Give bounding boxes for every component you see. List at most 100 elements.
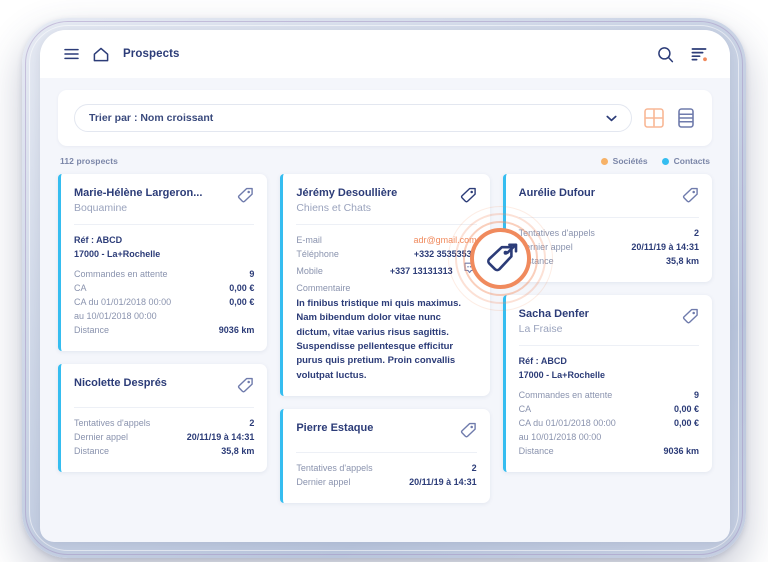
prospect-name: Sacha Denfer xyxy=(518,307,589,320)
detail-value: 2 xyxy=(693,228,699,238)
detail-row: Dernier appel 20/11/19 à 14:31 xyxy=(74,431,254,445)
legend-dot-orange xyxy=(600,157,608,165)
detail-key: Téléphone xyxy=(296,249,339,260)
detail-key: Commandes en attente xyxy=(518,390,613,401)
list-view-icon[interactable] xyxy=(676,108,696,128)
detail-key: Distance xyxy=(74,325,110,336)
detail-key: CA xyxy=(74,283,87,294)
prospect-card[interactable]: Nicolette Després Tentatives d'appels 2 xyxy=(58,364,268,472)
detail-value: 9036 km xyxy=(218,325,255,336)
prospect-ref: Réf : ABCD xyxy=(74,235,123,246)
tag-icon[interactable] xyxy=(682,308,699,329)
detail-value: 20/11/19 à 14:31 xyxy=(631,241,699,252)
filter-sort-icon[interactable] xyxy=(691,46,708,63)
detail-value: 35,8 km xyxy=(665,255,699,266)
divider xyxy=(74,224,255,226)
prospect-card[interactable]: Marie-Hélène Largeron... Boquamine Réf:… xyxy=(58,174,268,352)
sort-select[interactable]: Trier par : Nom croissant xyxy=(74,104,632,132)
detail-key: Tentatives d'appels xyxy=(518,228,595,238)
detail-row: Commandes en attente 9 xyxy=(519,389,699,403)
detail-key: E-mail xyxy=(296,235,322,246)
divider xyxy=(296,224,477,226)
detail-key: Distance xyxy=(518,255,554,266)
legend-label: Contacts xyxy=(673,156,710,166)
detail-key: Dernier appel xyxy=(296,477,351,488)
hamburger-menu-icon[interactable] xyxy=(64,48,79,60)
prospect-cards-grid: Marie-Hélène Largeron... Boquamine Réf:… xyxy=(40,174,730,504)
comment-bubble-icon[interactable] xyxy=(464,262,477,279)
detail-row: Distance 35,8 km xyxy=(519,255,699,269)
prospect-card[interactable]: Sacha Denfer La Fraise Réf : ABCD 17000 … xyxy=(502,294,712,472)
prospect-card[interactable]: Pierre Estaque Tentatives d'appels 2 Der… xyxy=(280,409,490,504)
tag-icon[interactable] xyxy=(237,377,254,398)
detail-row: Dernier appel 20/11/19 à 14:31 xyxy=(296,476,476,490)
detail-row: Commandes en attente 9 xyxy=(74,268,254,282)
detail-value-phone: +332 35353535 xyxy=(413,249,477,260)
detail-row: Tentatives d'appels 2 xyxy=(296,462,476,476)
prospect-city: 17000 - La+Rochelle xyxy=(518,369,605,380)
prospect-card[interactable]: Aurélie Dufour Tentatives d'appels 2 Der… xyxy=(502,174,712,282)
tag-icon[interactable] xyxy=(237,187,254,208)
prospect-ref: Réf : ABCD xyxy=(518,356,567,367)
sort-and-view-panel: Trier par : Nom croissant xyxy=(58,90,712,146)
home-icon[interactable] xyxy=(93,47,109,62)
prospect-name: Nicolette Després xyxy=(74,377,167,390)
detail-value: 0,00 € xyxy=(229,283,255,294)
detail-value: 9 xyxy=(693,390,699,401)
tag-icon[interactable] xyxy=(682,187,699,208)
tag-icon[interactable] xyxy=(460,187,477,208)
stats-row: 112 prospects Sociétés Contacts xyxy=(40,146,730,174)
cards-column-1: Marie-Hélène Largeron... Boquamine Réf:… xyxy=(58,174,268,472)
prospect-company: Boquamine xyxy=(74,201,128,214)
detail-row: CA du 01/01/2018 00:00 0,00 € xyxy=(74,296,254,310)
divider xyxy=(518,345,699,347)
search-icon[interactable] xyxy=(657,46,674,63)
app-header: Prospects xyxy=(40,30,730,78)
sort-select-value: Trier par : Nom croissant xyxy=(89,112,214,124)
detail-row: Distance 35,8 km xyxy=(74,445,254,459)
detail-key: Tentatives d'appels xyxy=(74,418,151,429)
detail-row-continuation: au 10/01/2018 00:00 xyxy=(74,311,157,322)
detail-row-mobile: Mobile +337 13131313 xyxy=(296,262,477,279)
reference-block: Réf : ABCD 17000 - La+Rochelle xyxy=(519,355,699,382)
detail-value: 0,00 € xyxy=(229,297,255,308)
detail-value: 2 xyxy=(471,463,477,474)
detail-key: Distance xyxy=(518,446,554,457)
tag-icon[interactable] xyxy=(460,422,477,443)
detail-value: 9 xyxy=(249,269,255,280)
divider xyxy=(74,407,255,409)
tablet-screen: Prospects Trier par: Nom croissant 112 … xyxy=(40,30,730,542)
legend-label: Sociétés xyxy=(612,156,648,166)
detail-value-mobile: +337 13131313 xyxy=(389,266,453,277)
detail-row-continuation: au 10/01/2018 00:00 xyxy=(518,432,602,443)
legend-dot-blue xyxy=(661,157,669,165)
detail-row: Dernier appel 20/11/19 à 14:31 xyxy=(519,241,699,255)
prospect-name: Jérémy Desoullière xyxy=(296,187,398,199)
detail-key: Dernier appel xyxy=(518,241,573,252)
prospect-city: 17000 - La+Rochelle xyxy=(74,248,161,259)
comment-text: In finibus tristique mi quis maximus. Na… xyxy=(296,297,462,381)
detail-row: CA 0,00 € xyxy=(74,282,254,296)
detail-key: Mobile xyxy=(296,266,323,277)
detail-key: Distance xyxy=(74,446,110,457)
legend-item-societes: Sociétés xyxy=(600,156,648,166)
detail-value: 35,8 km xyxy=(221,446,255,457)
detail-row: CA 0,00 € xyxy=(519,403,699,417)
prospect-name: Marie-Hélène Largeron... xyxy=(74,187,203,199)
detail-key: CA du 01/01/2018 00:00 xyxy=(74,297,172,308)
prospect-name: Aurélie Dufour xyxy=(518,187,596,199)
detail-row-email: E-mail adr@gmail.com xyxy=(296,234,476,248)
detail-value-email[interactable]: adr@gmail.com xyxy=(414,234,477,248)
detail-key: CA du 01/01/2018 00:00 xyxy=(518,418,616,429)
grid-view-icon[interactable] xyxy=(644,108,664,128)
detail-key: Dernier appel xyxy=(74,432,129,443)
prospect-count: 112 prospects xyxy=(60,156,118,166)
reference-block: Réf : ABCD 17000 - La+Rochelle xyxy=(74,234,254,261)
cards-column-2: Jérémy Desoullière Chiens et Chats E-mai… xyxy=(280,174,490,504)
detail-value: 20/11/19 à 14:31 xyxy=(186,432,255,443)
prospect-company: Chiens et Chats xyxy=(296,201,372,214)
detail-row-phone: Téléphone +332 35353535 xyxy=(296,248,476,262)
prospect-name: Pierre Estaque xyxy=(296,422,374,435)
divider xyxy=(296,452,477,454)
prospect-card[interactable]: Jérémy Desoullière Chiens et Chats E-mai… xyxy=(280,174,490,397)
